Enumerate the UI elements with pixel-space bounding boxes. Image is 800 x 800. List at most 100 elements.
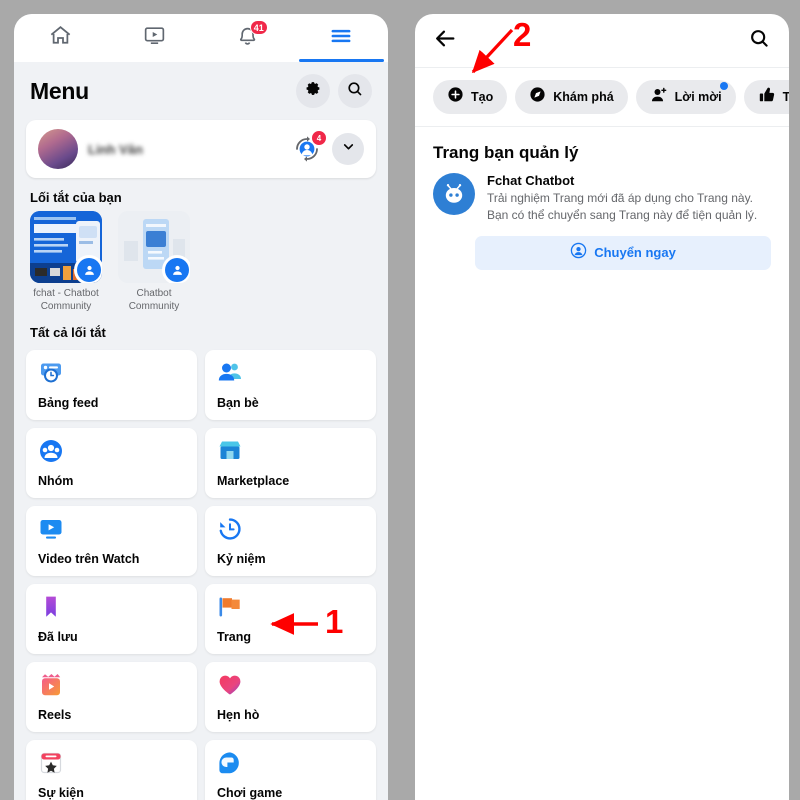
grid-item-ban-be[interactable]: Bạn bè	[205, 350, 376, 420]
menu-header-actions	[296, 74, 372, 108]
screenshot-stage: 41 Menu Linh Vân 4 Lối tắt của bạn fchat…	[0, 0, 800, 800]
gear-icon	[305, 80, 322, 102]
back-arrow-icon[interactable]	[433, 26, 458, 56]
grid-item-label: Kỷ niệm	[217, 552, 266, 566]
compass-icon	[529, 86, 546, 108]
profile-card[interactable]: Linh Vân 4	[26, 120, 376, 178]
expand-profile-button[interactable]	[332, 133, 364, 165]
person-add-icon	[650, 86, 668, 109]
top-tab-bar: 41	[14, 14, 388, 62]
chip-label: Khám phá	[553, 90, 614, 104]
shortcuts-list: fchat - Chatbot Community Chatbot Commun…	[14, 211, 388, 313]
notification-badge: 41	[249, 20, 268, 35]
annotation-label-1: 1	[325, 603, 344, 640]
grid-item-da-luu[interactable]: Đã lưu	[26, 584, 197, 654]
reels-icon	[38, 672, 64, 698]
switch-profile-icon	[292, 136, 322, 168]
grid-item-label: Reels	[38, 708, 72, 722]
tab-notifications[interactable]: 41	[201, 14, 295, 62]
tab-watch[interactable]	[108, 14, 202, 62]
chip-label: Lời mời	[674, 90, 722, 104]
shortcut-badge	[74, 255, 102, 283]
video-icon	[142, 23, 167, 53]
search-icon[interactable]	[748, 27, 771, 55]
loi-moi-chip[interactable]: Lời mời	[635, 80, 736, 114]
search-button[interactable]	[338, 74, 372, 108]
cta-label: Chuyển ngay	[594, 245, 676, 261]
events-calendar-icon	[38, 750, 64, 776]
tab-menu[interactable]	[295, 14, 389, 62]
news-feed-icon	[38, 360, 64, 386]
shortcut-thumbnail	[30, 211, 102, 283]
groups-icon	[38, 438, 64, 464]
grid-item-label: Nhóm	[38, 474, 74, 488]
chevron-down-icon	[341, 139, 356, 159]
group-icon	[165, 258, 189, 282]
grid-item-choi-game[interactable]: Chơi game	[205, 740, 376, 800]
page-name: Fchat Chatbot	[487, 173, 575, 188]
avatar	[38, 129, 78, 169]
grid-item-bang-feed[interactable]: Bảng feed	[26, 350, 197, 420]
grid-item-label: Bạn bè	[217, 396, 259, 410]
settings-button[interactable]	[296, 74, 330, 108]
friends-icon	[217, 360, 243, 386]
switch-account-icon	[570, 242, 587, 264]
grid-item-ky-niem[interactable]: Kỷ niệm	[205, 506, 376, 576]
grid-item-label: Hẹn hò	[217, 708, 260, 722]
search-icon	[346, 80, 364, 103]
grid-item-label: Chơi game	[217, 786, 283, 800]
shortcut-thumbnail	[118, 211, 190, 283]
switch-profile-badge: 4	[311, 130, 327, 146]
switch-profile-button[interactable]: 4	[292, 130, 327, 164]
grid-item-label: Đã lưu	[38, 630, 78, 644]
marketplace-icon	[217, 438, 243, 464]
grid-item-nhom[interactable]: Nhóm	[26, 428, 197, 498]
chip-row: Tạo Khám phá Lời mời T	[415, 68, 789, 127]
page-description: Trải nghiệm Trang mới đã áp dụng cho Tra…	[487, 191, 758, 222]
left-phone-panel: 41 Menu Linh Vân 4 Lối tắt của bạn fchat…	[14, 14, 388, 800]
grid-item-hen-ho[interactable]: Hẹn hò	[205, 662, 376, 732]
plus-circle-icon	[447, 86, 464, 108]
page-title: Menu	[30, 77, 89, 104]
chuyen-ngay-button[interactable]: Chuyển ngay	[475, 235, 771, 270]
grid-item-video-tren-watch[interactable]: Video trên Watch	[26, 506, 197, 576]
gaming-icon	[217, 750, 243, 776]
managed-page-info: Fchat Chatbot Trải nghiệm Trang mới đã á…	[487, 173, 771, 224]
annotation-label-2: 2	[513, 16, 532, 53]
all-shortcuts-section-title: Tất cả lối tắt	[30, 325, 106, 340]
grid-item-trang[interactable]: Trang	[205, 584, 376, 654]
managed-pages-title: Trang bạn quản lý	[433, 143, 579, 162]
grid-item-label: Bảng feed	[38, 396, 99, 410]
dating-heart-icon	[217, 672, 243, 698]
group-icon	[77, 258, 101, 282]
home-icon	[48, 23, 73, 53]
pages-flag-icon	[217, 594, 243, 620]
shortcuts-section-title: Lối tắt của bạn	[30, 190, 122, 205]
shortcut-label: fchat - Chatbot Community	[33, 288, 99, 312]
kham-pha-chip[interactable]: Khám phá	[515, 80, 628, 114]
trang-da-thich-chip[interactable]: Trang đã t	[743, 80, 789, 114]
grid-item-reels[interactable]: Reels	[26, 662, 197, 732]
thumbs-up-icon	[758, 86, 776, 109]
memories-clock-icon	[217, 516, 243, 542]
shortcuts-grid: Bảng feed Bạn bè Nhóm Marketplace Video …	[14, 346, 388, 800]
right-top-bar	[415, 14, 789, 68]
profile-name: Linh Vân	[88, 141, 143, 157]
shortcut-label: Chatbot Community	[128, 288, 180, 312]
grid-item-label: Sự kiện	[38, 786, 84, 800]
tao-chip[interactable]: Tạo	[433, 80, 508, 114]
hamburger-icon	[328, 23, 354, 54]
chip-label: Trang đã t	[782, 90, 789, 104]
right-phone-panel: Tạo Khám phá Lời mời T Trang bạn quản lý…	[415, 14, 789, 800]
chip-label: Tạo	[471, 90, 494, 104]
managed-page-row[interactable]: Fchat Chatbot Trải nghiệm Trang mới đã á…	[415, 173, 789, 224]
tab-home[interactable]	[14, 14, 108, 62]
watch-video-icon	[38, 516, 64, 542]
shortcut-item[interactable]: fchat - Chatbot Community	[30, 211, 102, 313]
grid-item-su-kien[interactable]: Sự kiện	[26, 740, 197, 800]
grid-item-label: Video trên Watch	[38, 552, 140, 566]
saved-bookmark-icon	[38, 594, 64, 620]
grid-item-marketplace[interactable]: Marketplace	[205, 428, 376, 498]
menu-header: Menu	[14, 62, 388, 116]
shortcut-item[interactable]: Chatbot Community	[118, 211, 190, 313]
